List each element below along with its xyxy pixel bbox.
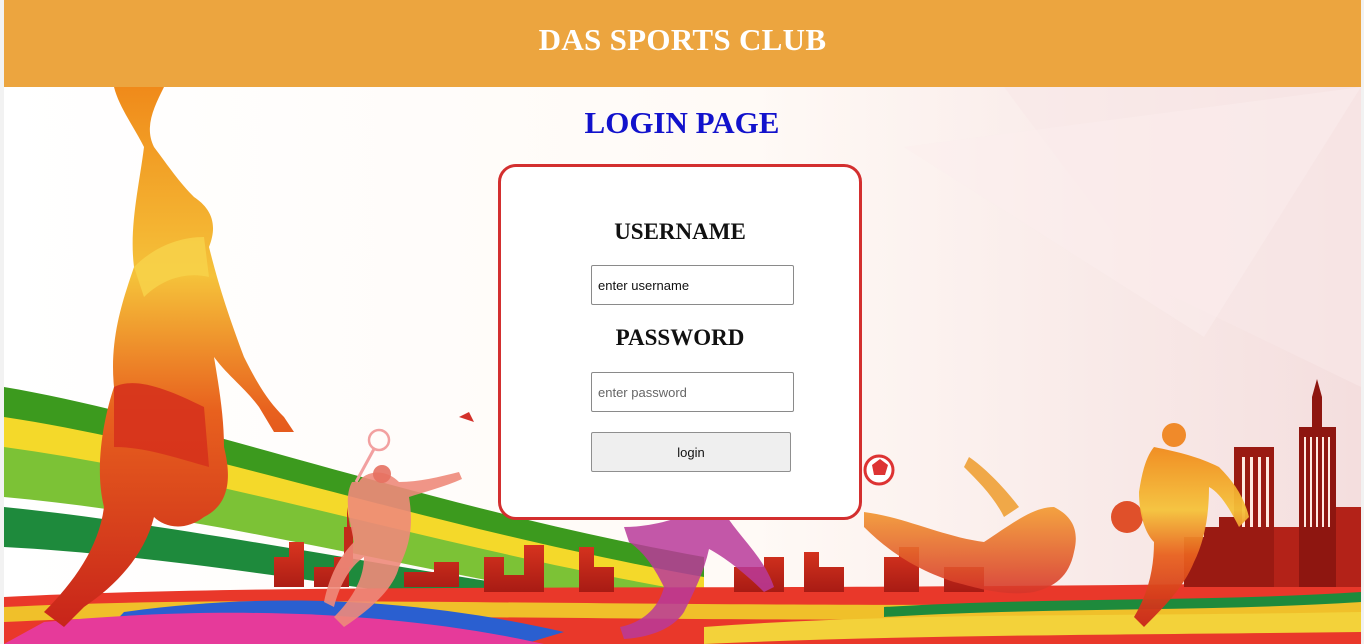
login-card: USERNAME PASSWORD login	[498, 164, 862, 520]
password-input[interactable]	[591, 372, 794, 412]
site-title: DAS SPORTS CLUB	[538, 21, 827, 57]
username-label: USERNAME	[614, 219, 746, 244]
page-title: LOGIN PAGE	[584, 105, 780, 140]
password-label: PASSWORD	[615, 325, 745, 350]
page: DAS SPORTS CLUB LOGIN PAGE USERNAME ente…	[0, 0, 1364, 644]
username-input[interactable]	[591, 265, 794, 305]
login-button[interactable]: login	[591, 432, 791, 472]
site-header: DAS SPORTS CLUB	[4, 0, 1361, 87]
